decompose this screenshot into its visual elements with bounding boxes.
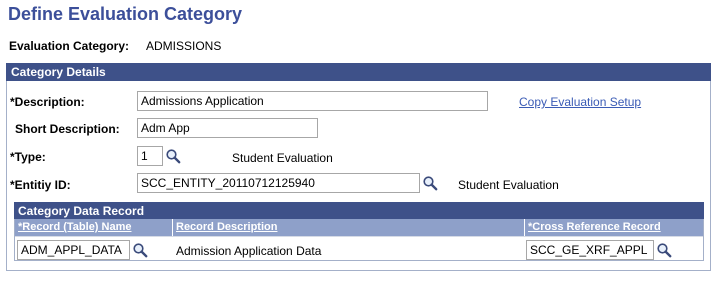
page-title: Define Evaluation Category — [8, 4, 243, 24]
evaluation-category-label: Evaluation Category: — [9, 39, 130, 53]
column-header-cross-reference[interactable]: *Cross Reference Record — [525, 219, 703, 236]
category-data-record-header: Category Data Record — [14, 202, 704, 219]
description-label: *Description: — [10, 95, 85, 109]
row-divider — [15, 236, 703, 237]
column-divider — [172, 219, 173, 260]
column-header-cross-reference-link[interactable]: *Cross Reference Record — [528, 221, 661, 233]
copy-evaluation-setup-link[interactable]: Copy Evaluation Setup — [519, 95, 641, 109]
type-description: Student Evaluation — [232, 151, 333, 165]
type-label: *Type: — [10, 150, 46, 164]
column-header-record-description-link[interactable]: Record Description — [176, 221, 277, 233]
type-lookup-magnifying-glass-icon[interactable] — [165, 148, 181, 164]
cross-reference-field[interactable]: SCC_GE_XRF_APPL — [526, 240, 654, 260]
column-header-record-description[interactable]: Record Description — [173, 219, 524, 236]
column-divider — [524, 219, 525, 260]
short-description-label: Short Description: — [15, 122, 120, 136]
type-field[interactable]: 1 — [137, 146, 163, 166]
short-description-field[interactable]: Adm App — [137, 118, 318, 138]
cross-reference-lookup-magnifying-glass-icon[interactable] — [656, 242, 672, 258]
record-name-lookup-magnifying-glass-icon[interactable] — [132, 242, 148, 258]
entity-id-lookup-magnifying-glass-icon[interactable] — [422, 175, 438, 191]
entity-id-label: *Entitiy ID: — [10, 178, 71, 192]
entity-id-description: Student Evaluation — [458, 178, 559, 192]
record-name-field[interactable]: ADM_APPL_DATA — [17, 240, 130, 260]
description-field[interactable]: Admissions Application — [137, 91, 488, 111]
column-header-record-name[interactable]: *Record (Table) Name — [15, 219, 172, 236]
category-details-header: Category Details — [6, 63, 711, 81]
column-header-record-name-link[interactable]: *Record (Table) Name — [18, 221, 132, 233]
record-description-value: Admission Application Data — [176, 244, 322, 258]
entity-id-field[interactable]: SCC_ENTITY_20110712125940 — [137, 173, 420, 193]
evaluation-category-value: ADMISSIONS — [146, 39, 222, 53]
